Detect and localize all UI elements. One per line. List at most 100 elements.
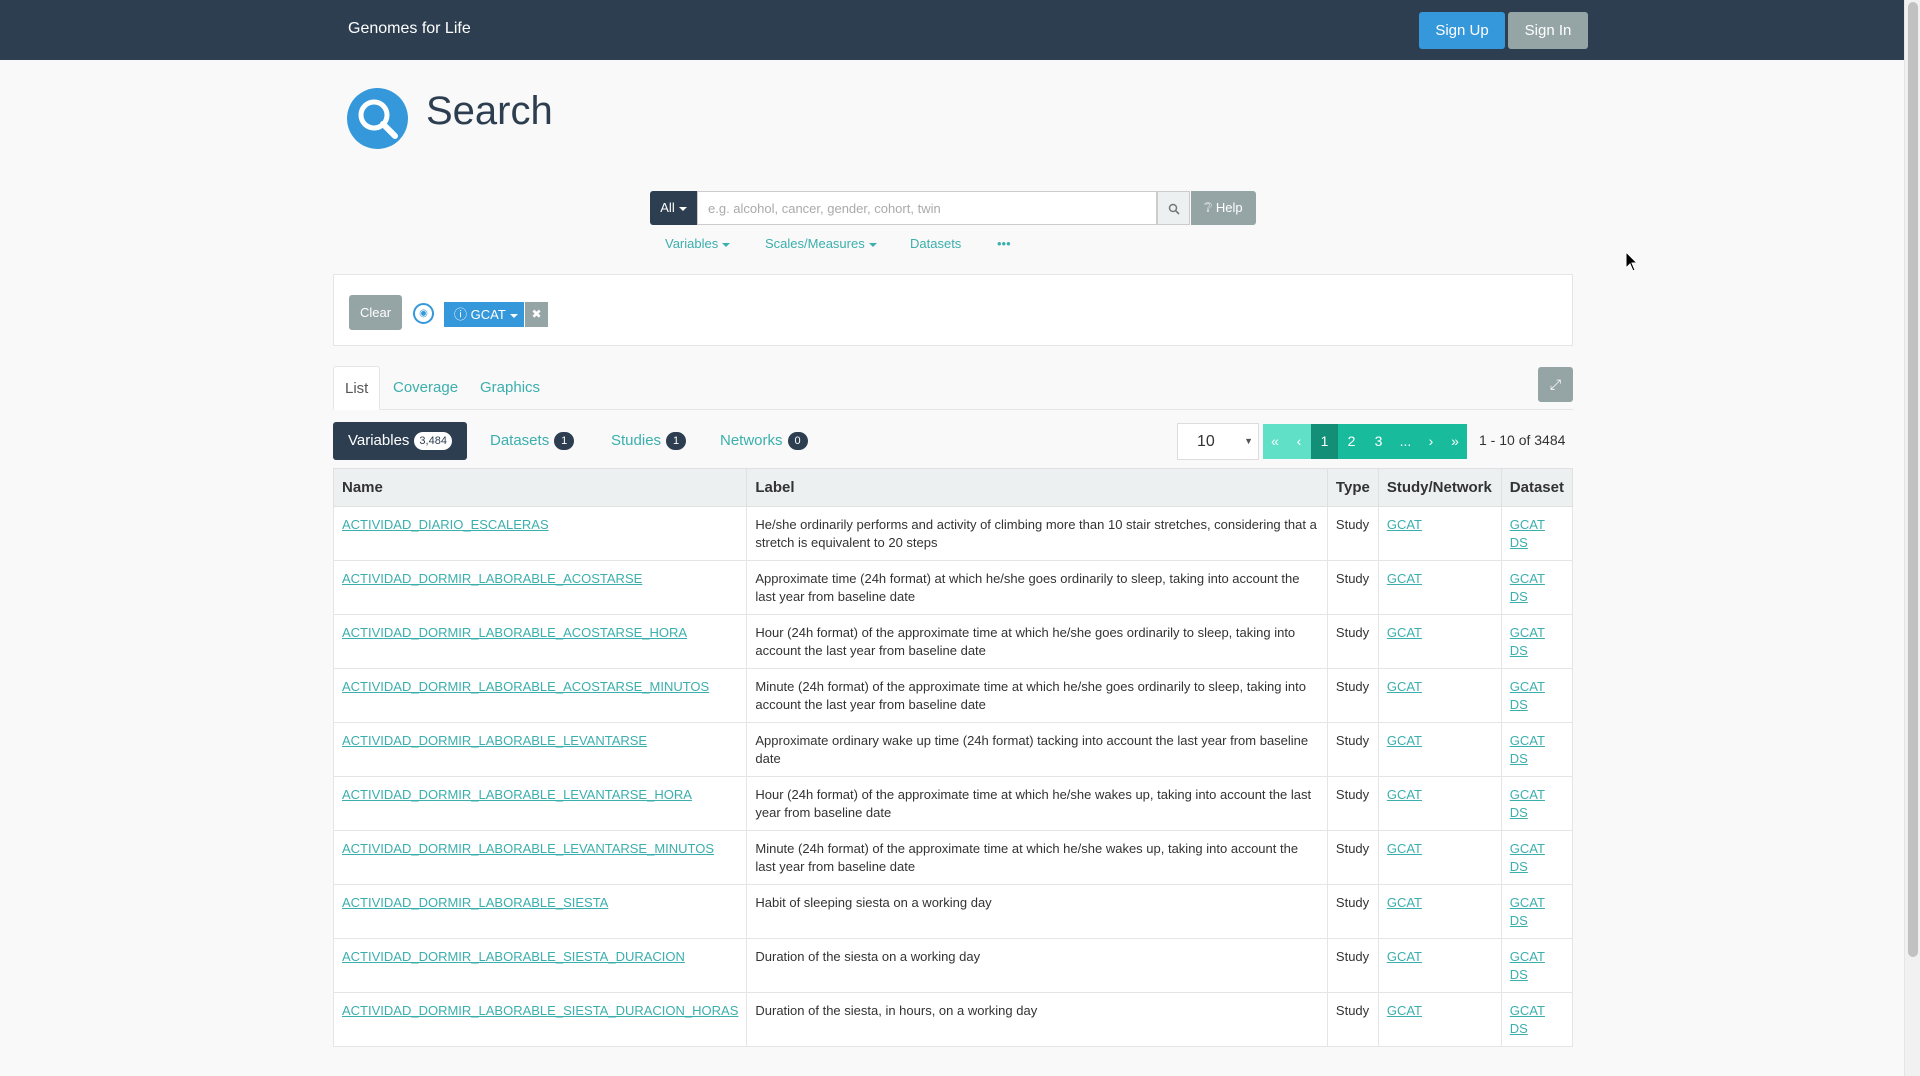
variable-link[interactable]: ACTIVIDAD_DORMIR_LABORABLE_SIESTA_DURACI…: [342, 949, 685, 964]
brand-link[interactable]: Genomes for Life: [348, 20, 471, 38]
dataset-link[interactable]: GCAT DS: [1510, 949, 1545, 982]
study-link[interactable]: GCAT: [1387, 787, 1422, 802]
network-icon[interactable]: ◉: [413, 303, 434, 324]
column-header-name[interactable]: Name: [332, 468, 748, 507]
subnav-variables[interactable]: Variables: [665, 236, 731, 251]
variable-link[interactable]: ACTIVIDAD_DORMIR_LABORABLE_ACOSTARSE: [342, 571, 642, 586]
expand-icon[interactable]: ⤢: [1538, 367, 1573, 402]
column-header-dataset[interactable]: Dataset: [1500, 468, 1574, 507]
study-link[interactable]: GCAT: [1387, 733, 1422, 748]
cell-label: Hour (24h format) of the approximate tim…: [746, 614, 1328, 669]
variable-link[interactable]: ACTIVIDAD_DORMIR_LABORABLE_ACOSTARSE_MIN…: [342, 679, 709, 694]
tab-coverage[interactable]: Coverage: [382, 366, 469, 410]
page-1-button[interactable]: 1: [1311, 424, 1338, 459]
sign-up-button[interactable]: Sign Up: [1419, 12, 1505, 49]
subnav-scales-measures[interactable]: Scales/Measures: [765, 236, 877, 251]
study-link[interactable]: GCAT: [1387, 679, 1422, 694]
study-link[interactable]: GCAT: [1387, 571, 1422, 586]
clear-filters-button[interactable]: Clear: [349, 295, 402, 330]
table-header-row: Name Label Type Study/Network Dataset: [332, 468, 1574, 507]
pill-studies[interactable]: Studies 1: [596, 422, 701, 460]
dataset-link[interactable]: GCAT DS: [1510, 517, 1545, 550]
subnav-scales-label: Scales/Measures: [765, 236, 865, 251]
search-submit-button[interactable]: [1157, 191, 1190, 225]
dataset-link[interactable]: GCAT DS: [1510, 571, 1545, 604]
dataset-link[interactable]: GCAT DS: [1510, 1003, 1545, 1036]
subnav-datasets[interactable]: Datasets: [910, 236, 961, 251]
page-first-button[interactable]: «: [1263, 424, 1287, 459]
close-icon[interactable]: ✖: [525, 302, 548, 327]
page-size-select[interactable]: 10 ▼: [1177, 423, 1259, 460]
page-last-button[interactable]: »: [1443, 424, 1467, 459]
pill-networks-label: Networks: [720, 432, 783, 449]
cell-study: GCAT: [1377, 614, 1502, 669]
cell-label: Hour (24h format) of the approximate tim…: [746, 776, 1328, 831]
table-row: ACTIVIDAD_DORMIR_LABORABLE_ACOSTARSE App…: [332, 560, 1574, 615]
scrollbar-thumb[interactable]: [1908, 2, 1918, 957]
study-link[interactable]: GCAT: [1387, 1003, 1422, 1018]
study-link[interactable]: GCAT: [1387, 841, 1422, 856]
dataset-link[interactable]: GCAT DS: [1510, 733, 1545, 766]
page-2-button[interactable]: 2: [1338, 424, 1365, 459]
result-range: 1 - 10 of 3484: [1479, 432, 1566, 448]
variable-link[interactable]: ACTIVIDAD_DORMIR_LABORABLE_ACOSTARSE_HOR…: [342, 625, 687, 640]
cell-dataset: GCAT DS: [1500, 506, 1574, 561]
cell-name: ACTIVIDAD_DIARIO_ESCALERAS: [332, 506, 748, 561]
variable-link[interactable]: ACTIVIDAD_DIARIO_ESCALERAS: [342, 517, 549, 532]
variable-link[interactable]: ACTIVIDAD_DORMIR_LABORABLE_SIESTA_DURACI…: [342, 1003, 738, 1018]
cell-dataset: GCAT DS: [1500, 992, 1574, 1047]
cell-study: GCAT: [1377, 776, 1502, 831]
dataset-link[interactable]: GCAT DS: [1510, 841, 1545, 874]
page-scrollbar[interactable]: [1904, 0, 1920, 1076]
cell-study: GCAT: [1377, 830, 1502, 885]
pill-studies-count: 1: [666, 432, 687, 451]
dataset-link[interactable]: GCAT DS: [1510, 679, 1545, 712]
variable-link[interactable]: ACTIVIDAD_DORMIR_LABORABLE_LEVANTARSE: [342, 733, 647, 748]
variable-link[interactable]: ACTIVIDAD_DORMIR_LABORABLE_SIESTA: [342, 895, 608, 910]
variable-link[interactable]: ACTIVIDAD_DORMIR_LABORABLE_LEVANTARSE_MI…: [342, 841, 714, 856]
help-label: Help: [1215, 200, 1243, 215]
pill-variables-label: Variables: [348, 432, 410, 449]
dataset-link[interactable]: GCAT DS: [1510, 895, 1545, 928]
page-3-button[interactable]: 3: [1365, 424, 1392, 459]
pill-networks-count: 0: [787, 432, 808, 451]
sign-in-button[interactable]: Sign In: [1508, 12, 1588, 49]
info-icon: ⓘ: [454, 307, 468, 322]
page-prev-button[interactable]: ‹: [1287, 424, 1311, 459]
gcat-filter-chip[interactable]: ⓘ GCAT: [444, 302, 524, 327]
dataset-link[interactable]: GCAT DS: [1510, 787, 1545, 820]
pill-datasets[interactable]: Datasets 1: [475, 422, 589, 460]
cell-type: Study: [1326, 668, 1379, 723]
study-link[interactable]: GCAT: [1387, 517, 1422, 532]
column-header-study[interactable]: Study/Network: [1377, 468, 1502, 507]
tab-list[interactable]: List: [333, 366, 381, 410]
cell-label: Minute (24h format) of the approximate t…: [746, 830, 1328, 885]
page-size-value: 10: [1197, 433, 1215, 450]
variable-link[interactable]: ACTIVIDAD_DORMIR_LABORABLE_LEVANTARSE_HO…: [342, 787, 692, 802]
pill-networks[interactable]: Networks 0: [705, 422, 823, 460]
search-scope-dropdown[interactable]: All: [650, 191, 697, 225]
chevron-down-icon: ▼: [1244, 436, 1253, 446]
help-button[interactable]: ❔︎ Help: [1191, 191, 1256, 225]
subnav-variables-label: Variables: [665, 236, 719, 251]
study-link[interactable]: GCAT: [1387, 625, 1422, 640]
cell-study: GCAT: [1377, 938, 1502, 993]
column-header-label[interactable]: Label: [746, 468, 1328, 507]
pill-datasets-count: 1: [554, 432, 575, 451]
table-row: ACTIVIDAD_DORMIR_LABORABLE_LEVANTARSE_HO…: [332, 776, 1574, 831]
cell-type: Study: [1326, 938, 1379, 993]
cell-label: Habit of sleeping siesta on a working da…: [746, 884, 1328, 939]
pill-variables[interactable]: Variables 3,484: [333, 422, 467, 460]
study-link[interactable]: GCAT: [1387, 895, 1422, 910]
subnav-more[interactable]: •••: [997, 236, 1011, 251]
cell-label: Minute (24h format) of the approximate t…: [746, 668, 1328, 723]
table-row: ACTIVIDAD_DORMIR_LABORABLE_LEVANTARSE Ap…: [332, 722, 1574, 777]
tab-graphics[interactable]: Graphics: [469, 366, 551, 410]
column-header-type[interactable]: Type: [1326, 468, 1379, 507]
page-next-button[interactable]: ›: [1419, 424, 1443, 459]
cell-label: Duration of the siesta, in hours, on a w…: [746, 992, 1328, 1047]
study-link[interactable]: GCAT: [1387, 949, 1422, 964]
cell-study: GCAT: [1377, 722, 1502, 777]
search-input[interactable]: [697, 191, 1157, 225]
dataset-link[interactable]: GCAT DS: [1510, 625, 1545, 658]
